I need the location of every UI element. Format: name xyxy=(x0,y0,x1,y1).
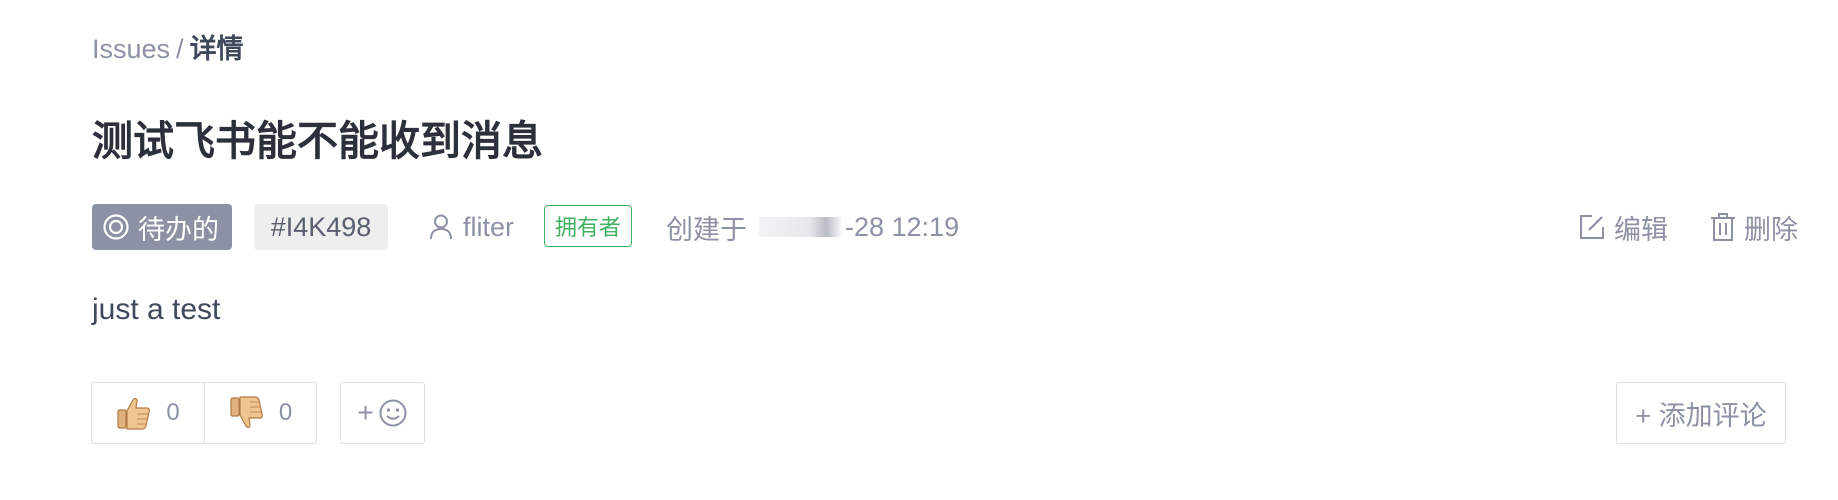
created-info: 创建于 -28 12:19 xyxy=(666,204,959,250)
owner-tag: 拥有者 xyxy=(544,205,632,247)
status-circle-icon xyxy=(103,214,129,240)
thumbs-down-icon xyxy=(230,396,263,428)
edit-icon xyxy=(1580,215,1604,239)
breadcrumb-current: 详情 xyxy=(189,34,244,64)
user-icon xyxy=(430,214,452,240)
add-reaction-plus: + xyxy=(357,397,374,428)
smiley-icon xyxy=(379,399,407,427)
breadcrumb-issues-link[interactable]: Issues xyxy=(92,34,170,64)
thumbs-up-count: 0 xyxy=(166,399,180,426)
thumbs-down-count: 0 xyxy=(278,399,293,426)
issue-meta-row: 待办的 #I4K498 fliter 拥有者 创建于 -28 12:19 编辑 xyxy=(92,204,1798,250)
delete-label: 删除 xyxy=(1744,214,1798,245)
created-prefix: 创建于 xyxy=(666,214,747,245)
status-badge[interactable]: 待办的 xyxy=(92,204,232,250)
trash-icon xyxy=(1711,213,1735,241)
reaction-bar: 0 0 + xyxy=(91,382,425,444)
thumbs-up-button[interactable]: 0 xyxy=(92,383,204,443)
add-comment-button[interactable]: + 添加评论 xyxy=(1616,382,1786,444)
status-label: 待办的 xyxy=(138,214,219,245)
redacted-date xyxy=(759,217,843,237)
issue-body: just a test xyxy=(92,293,221,326)
thumbs-up-icon xyxy=(117,398,151,430)
breadcrumb: Issues / 详情 xyxy=(92,31,244,67)
issue-id-badge[interactable]: #I4K498 xyxy=(254,204,388,250)
issue-title: 测试飞书能不能收到消息 xyxy=(92,118,543,164)
edit-label: 编辑 xyxy=(1614,214,1668,245)
edit-button[interactable]: 编辑 xyxy=(1578,208,1668,247)
breadcrumb-separator: / xyxy=(176,34,184,64)
reaction-group: 0 0 xyxy=(91,382,317,444)
delete-button[interactable]: 删除 xyxy=(1710,208,1798,247)
add-reaction-button[interactable]: + xyxy=(340,382,425,444)
author[interactable]: fliter xyxy=(429,204,514,250)
author-name: fliter xyxy=(463,211,515,242)
created-time: -28 12:19 xyxy=(845,211,960,242)
thumbs-down-button[interactable]: 0 xyxy=(204,383,316,443)
issue-detail-page: Issues / 详情 测试飞书能不能收到消息 待办的 #I4K498 fliter… xyxy=(0,0,1838,500)
issue-actions: 编辑 删除 xyxy=(1578,204,1798,250)
